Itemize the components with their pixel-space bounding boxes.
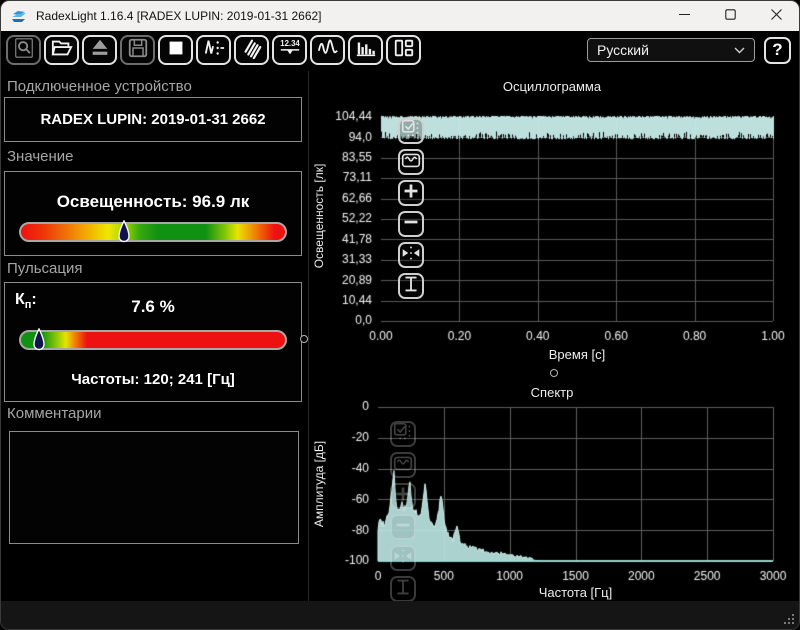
bar-chart-icon <box>354 37 378 64</box>
autoscale-icon <box>399 148 423 177</box>
vertical-splitter[interactable] <box>308 71 309 601</box>
app-window: RadexLight 1.16.4 [RADEX LUPIN: 2019-01-… <box>0 0 800 630</box>
toolbar-buttons: 12.34 <box>6 35 421 65</box>
zoom-out-icon <box>391 513 415 542</box>
select-icon <box>391 420 415 449</box>
comments-section-label: Комментарии <box>7 405 102 422</box>
spectrum-panel: Спектр Амплитуда [дБ] Частота [Гц] <box>311 385 793 602</box>
spectrum-fit-horizontal-button[interactable] <box>390 545 416 571</box>
horizontal-splitter-handle[interactable] <box>550 369 558 377</box>
spectrum-zoom-in-button[interactable] <box>390 483 416 509</box>
toolbar-button-sensor[interactable] <box>234 35 269 65</box>
pulsation-box: Кп: 7.6 % Частоты: 120; 241 [Гц] <box>4 282 302 402</box>
stripes-icon <box>240 37 264 64</box>
window-maximize-button[interactable] <box>707 1 753 31</box>
illuminance-reading: Освещенность: 96.9 лк <box>56 192 250 211</box>
oscillogram-fit-horizontal-button[interactable] <box>398 242 424 268</box>
kp-value: 7.6 % <box>131 297 175 316</box>
status-bar <box>1 601 799 629</box>
value-section-label: Значение <box>7 148 74 165</box>
fit-vertical-icon <box>391 575 415 604</box>
spectrum-canvas[interactable] <box>311 399 793 587</box>
close-icon <box>770 7 782 25</box>
oscillogram-select-button[interactable] <box>398 118 424 144</box>
spectrum-title: Спектр <box>530 385 574 400</box>
comments-input[interactable] <box>9 431 299 544</box>
oscillogram-xlabel: Время [с] <box>548 347 606 362</box>
oscillogram-title: Осциллограмма <box>502 79 602 94</box>
oscillogram-autoscale-button[interactable] <box>398 149 424 175</box>
help-button[interactable]: ? <box>764 36 791 64</box>
value-box: Освещенность: 96.9 лк <box>4 171 302 256</box>
floppy-icon <box>126 37 150 64</box>
oscillogram-panel: Осциллограмма Освещенность [лк] Время [с… <box>311 79 793 367</box>
magnifier-icon <box>12 37 36 64</box>
illuminance-marker-icon[interactable] <box>117 219 130 249</box>
vertical-splitter-handle[interactable] <box>300 335 308 343</box>
device-section-label: Подключенное устройство <box>7 78 192 95</box>
device-box: RADEX LUPIN: 2019-01-31 2662 <box>4 97 302 142</box>
spectrum-autoscale-button[interactable] <box>390 452 416 478</box>
pulsation-section-label: Пульсация <box>7 260 83 277</box>
app-icon <box>10 7 28 25</box>
window-minimize-button[interactable] <box>661 1 707 31</box>
chevron-down-icon <box>734 47 745 54</box>
pulsation-frequencies: Частоты: 120; 241 [Гц] <box>71 371 235 388</box>
toolbar: 12.34 Русский ? <box>1 31 799 69</box>
toolbar-button-spectrum-view[interactable] <box>348 35 383 65</box>
autoscale-icon <box>391 451 415 480</box>
toolbar-button-layout[interactable] <box>386 35 421 65</box>
pulsation-marker-icon[interactable] <box>33 327 46 357</box>
fit-horizontal-icon <box>391 544 415 573</box>
toolbar-button-stop[interactable] <box>158 35 193 65</box>
spectrum-zoom-out-button[interactable] <box>390 514 416 540</box>
toolbar-button-open-file[interactable] <box>44 35 79 65</box>
eject-icon <box>88 37 112 64</box>
zoom-in-icon <box>399 179 423 208</box>
select-icon <box>399 117 423 146</box>
window-title: RadexLight 1.16.4 [RADEX LUPIN: 2019-01-… <box>36 9 322 23</box>
pulsation-gauge <box>19 327 287 351</box>
window-close-button[interactable] <box>753 1 799 31</box>
maximize-icon <box>724 7 736 25</box>
spectrum-select-button[interactable] <box>390 421 416 447</box>
line-chart-icon <box>316 37 340 64</box>
toolbar-button-oscillogram-view[interactable] <box>310 35 345 65</box>
digital-display-icon: 12.34 <box>277 37 303 64</box>
waveform-dots-icon <box>202 37 226 64</box>
oscillogram-zoom-out-button[interactable] <box>398 211 424 237</box>
language-value: Русский <box>597 42 649 58</box>
toolbar-button-search[interactable] <box>6 35 41 65</box>
illuminance-gauge <box>19 219 287 243</box>
oscillogram-zoom-in-button[interactable] <box>398 180 424 206</box>
titlebar: RadexLight 1.16.4 [RADEX LUPIN: 2019-01-… <box>1 1 799 31</box>
window-controls <box>661 1 799 31</box>
minimize-icon <box>678 7 690 25</box>
language-select[interactable]: Русский <box>587 38 755 62</box>
svg-text:12.34: 12.34 <box>280 39 300 48</box>
zoom-in-icon <box>391 482 415 511</box>
oscillogram-fit-vertical-button[interactable] <box>398 273 424 299</box>
toolbar-button-save[interactable] <box>120 35 155 65</box>
layout-icon <box>392 37 416 64</box>
fit-horizontal-icon <box>399 241 423 270</box>
spectrum-fit-vertical-button[interactable] <box>390 576 416 602</box>
zoom-out-icon <box>399 210 423 239</box>
spectrum-toolbar <box>390 421 416 602</box>
resize-grip-icon[interactable] <box>783 613 794 624</box>
oscillogram-toolbar <box>398 118 424 299</box>
toolbar-button-digital-display[interactable]: 12.34 <box>272 35 307 65</box>
fit-vertical-icon <box>399 272 423 301</box>
oscillogram-canvas[interactable] <box>311 97 793 353</box>
toolbar-button-record-settings[interactable] <box>196 35 231 65</box>
spectrum-xlabel: Частота [Гц] <box>538 585 613 600</box>
stop-icon <box>164 37 188 64</box>
device-name: RADEX LUPIN: 2019-01-31 2662 <box>40 111 266 128</box>
open-folder-icon <box>50 37 74 64</box>
toolbar-button-read-device[interactable] <box>82 35 117 65</box>
